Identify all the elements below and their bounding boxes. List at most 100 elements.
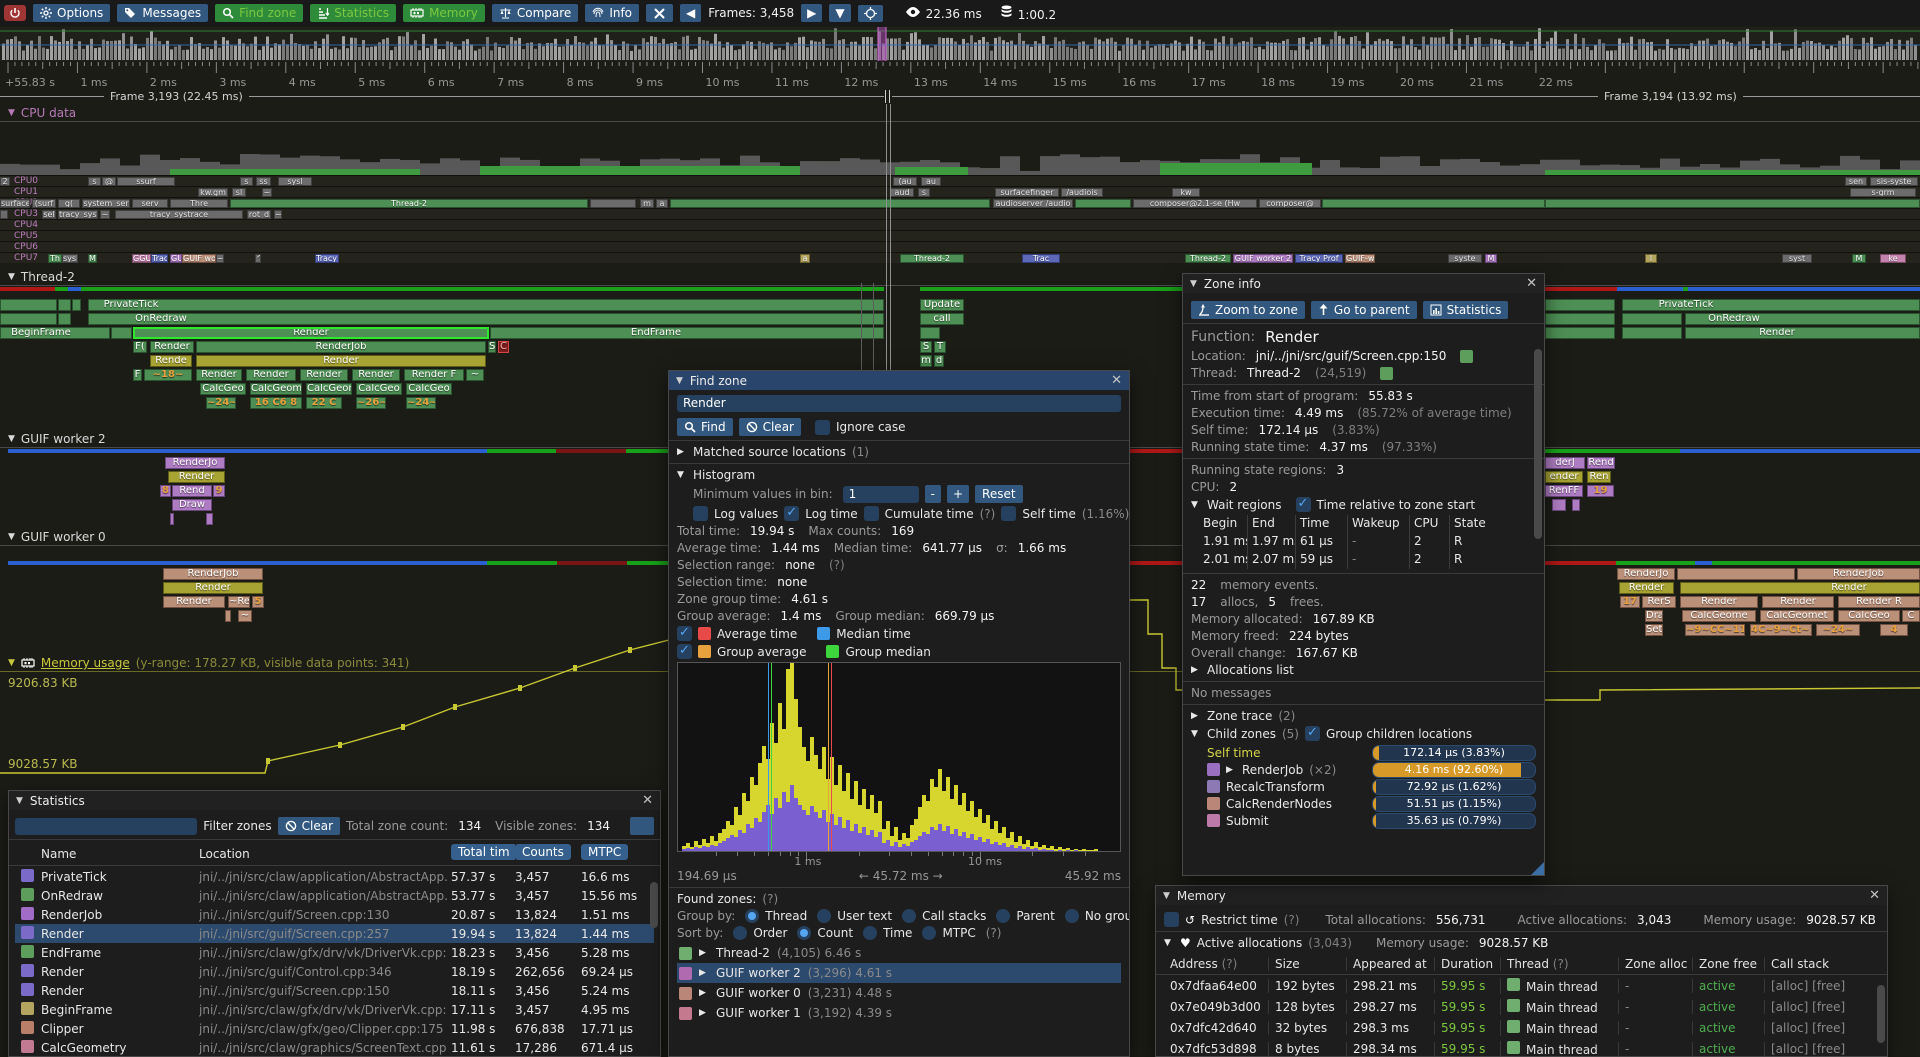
thread-color-swatch[interactable]: [1380, 367, 1393, 380]
find-zone-button[interactable]: Find zone: [215, 4, 303, 22]
zone-dra[interactable]: Dra: [1645, 610, 1663, 622]
zone-sl[interactable]: sl: [232, 188, 246, 197]
zone-17[interactable]: 17: [1620, 596, 1640, 608]
collapse-icon[interactable]: ▼: [1164, 938, 1174, 948]
go-to-parent-button[interactable]: Go to parent: [1311, 301, 1417, 319]
min-bin-input[interactable]: 1: [843, 486, 919, 503]
expand-icon[interactable]: ▶: [1226, 765, 1236, 775]
frame-label-left[interactable]: Frame 3,193 (22.45 ms): [104, 90, 249, 103]
zone-block[interactable]: [206, 513, 213, 525]
zone-privatetick[interactable]: PrivateTick: [88, 299, 884, 311]
zone-a[interactable]: a: [800, 254, 810, 263]
zone-block[interactable]: [72, 299, 81, 311]
zone--[interactable]: ~: [100, 210, 110, 219]
cumulate-time-checkbox[interactable]: [864, 506, 879, 521]
section-header-guif-worker-0[interactable]: ▼GUIF worker 0: [8, 530, 106, 544]
frame-label-right[interactable]: Frame 3,194 (13.92 ms): [1598, 90, 1743, 103]
allocation-row[interactable]: 0x7dfc53d8988 bytes298.34 ms59.95 sMain …: [1164, 1038, 1879, 1056]
column-address[interactable]: Address (?): [1164, 957, 1268, 971]
zone-render[interactable]: Render: [1685, 327, 1920, 339]
expand-icon[interactable]: ▶: [699, 948, 709, 958]
zone-render[interactable]: Render: [300, 369, 348, 381]
zone-block[interactable]: [1622, 327, 1682, 339]
zone-gui[interactable]: GUI: [170, 254, 182, 263]
zone-surfacefl[interactable]: surfacefl: [0, 199, 30, 208]
collapse-icon[interactable]: ▼: [1191, 729, 1201, 739]
zone-f-[interactable]: F(: [133, 341, 147, 353]
zone-syst[interactable]: syst: [1782, 254, 1812, 263]
zone-info-scrollbar[interactable]: [1534, 349, 1542, 539]
zone-info-titlebar[interactable]: ▼ Zone info ✕: [1183, 274, 1544, 293]
found-zone-row[interactable]: ▶GUIF worker 1(3,192) 4.39 s: [677, 1003, 1121, 1023]
ignore-case-checkbox[interactable]: [815, 420, 830, 435]
zone-renderjo[interactable]: RenderJo: [165, 457, 225, 469]
zone-serv[interactable]: serv: [132, 199, 168, 208]
restrict-time-checkbox[interactable]: [1164, 912, 1179, 927]
search-input[interactable]: Render: [677, 395, 1121, 412]
user-text-radio[interactable]: [817, 909, 831, 923]
column-appeared-at[interactable]: Appeared at: [1346, 957, 1434, 971]
zone-guif-wor[interactable]: GUIF wor: [182, 254, 216, 263]
histogram-label[interactable]: Histogram: [693, 468, 755, 482]
zone--[interactable]: ~: [262, 188, 272, 197]
close-icon[interactable]: ✕: [642, 794, 653, 807]
settings-button[interactable]: [630, 817, 654, 835]
zone--[interactable]: ~: [466, 369, 484, 381]
zone--26-[interactable]: ~26~: [356, 397, 386, 409]
log-time-checkbox[interactable]: [784, 506, 799, 521]
zone-block[interactable]: [1677, 568, 1795, 580]
zone--[interactable]: ~: [274, 210, 282, 219]
zone--re[interactable]: ~Re: [228, 596, 250, 608]
zone-ss[interactable]: ss: [256, 177, 271, 186]
zone-5[interactable]: 5: [252, 596, 264, 608]
child-zone-row[interactable]: CalcRenderNodes51.51 µs (1.15%): [1191, 795, 1536, 812]
zone-rend[interactable]: Rend: [172, 485, 212, 497]
column-duration[interactable]: Duration: [1434, 957, 1500, 971]
clear-filter-button[interactable]: Clear: [278, 817, 340, 835]
reset-button[interactable]: Reset: [975, 485, 1023, 503]
zone-block[interactable]: [0, 210, 8, 219]
zone-render-r[interactable]: Render R: [1838, 596, 1920, 608]
zone-block[interactable]: [590, 199, 636, 208]
zone-render[interactable]: Render: [1762, 596, 1834, 608]
parent-radio[interactable]: [996, 909, 1010, 923]
zone-block[interactable]: [920, 327, 940, 339]
prev-frame-button[interactable]: ◀: [680, 4, 701, 22]
table-row[interactable]: PrivateTickjni/../jni/src/claw/applicati…: [15, 867, 654, 886]
allocation-row[interactable]: 0x7dfaa64e00192 bytes298.21 ms59.95 sMai…: [1164, 975, 1879, 996]
zone-block[interactable]: [1075, 199, 1131, 208]
zone-aud[interactable]: aud: [890, 188, 914, 197]
zone-4[interactable]: 4: [1880, 624, 1908, 636]
statistics-scrollbar[interactable]: [650, 882, 658, 928]
zone-thre[interactable]: Thre: [170, 199, 228, 208]
zone-block[interactable]: [1322, 199, 1545, 208]
zone-s[interactable]: s: [88, 177, 101, 186]
allocations-list-label[interactable]: Allocations list: [1207, 663, 1294, 677]
zone-rende[interactable]: Rende: [150, 355, 192, 367]
zone--[interactable]: ~: [238, 610, 252, 622]
allocation-row[interactable]: 0x7e049b3d00128 bytes298.27 ms59.95 sMai…: [1164, 996, 1879, 1017]
expand-icon[interactable]: ▶: [699, 1008, 709, 1018]
zone-s[interactable]: s: [918, 188, 930, 197]
column-size[interactable]: Size: [1268, 957, 1346, 971]
expand-icon[interactable]: ▶: [699, 968, 709, 978]
zone-guif-worker-2[interactable]: GUIF worker 2: [1233, 254, 1293, 263]
child-zone-row[interactable]: RecalcTransform72.92 µs (1.62%): [1191, 778, 1536, 795]
child-zones-label[interactable]: Child zones: [1207, 727, 1276, 741]
statistics-button[interactable]: Statistics: [1423, 301, 1509, 319]
zone-sis-syste[interactable]: sis-syste: [1870, 177, 1918, 186]
zone-onredraw[interactable]: OnRedraw: [1685, 313, 1920, 325]
clear-button[interactable]: Clear: [739, 418, 801, 436]
found-zone-row[interactable]: ▶Thread-2(4,105) 6.46 s: [677, 943, 1121, 963]
expand-icon[interactable]: ▶: [1191, 711, 1201, 721]
next-frame-button[interactable]: ▶: [801, 4, 822, 22]
count-radio[interactable]: [797, 926, 811, 940]
zone-privatetick[interactable]: PrivateTick: [1622, 299, 1920, 311]
zone-render[interactable]: Render: [196, 355, 486, 367]
zone-m[interactable]: M: [1852, 254, 1866, 263]
child-zone-row[interactable]: ▶RenderJob(×2)4.16 ms (92.60%): [1191, 761, 1536, 778]
collapse-icon[interactable]: ▼: [1190, 279, 1197, 289]
zone-calcgeo[interactable]: CalcGeo: [1838, 610, 1900, 622]
zone-derj[interactable]: derJ: [1545, 457, 1585, 469]
table-row[interactable]: Renderjni/../jni/src/guif/Screen.cpp:150…: [15, 981, 654, 1000]
